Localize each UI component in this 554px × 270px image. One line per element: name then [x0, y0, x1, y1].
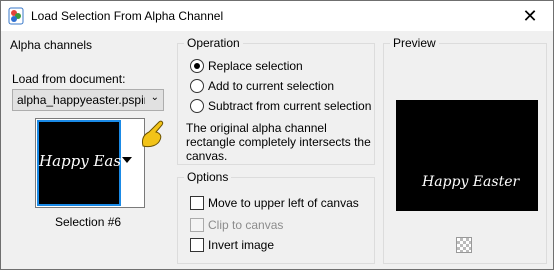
radio-button[interactable] [190, 99, 204, 113]
selection-name-label: Selection #6 [55, 215, 122, 229]
operation-description: The original alpha channel rectangle com… [186, 121, 371, 163]
window-title: Load Selection From Alpha Channel [31, 9, 224, 23]
checkbox-label: Invert image [208, 238, 275, 252]
checkbox [190, 218, 204, 232]
dropdown-arrow-icon[interactable] [122, 157, 132, 165]
chevron-down-icon: ⌄ [150, 92, 159, 103]
checkbox-label: Move to upper left of canvas [208, 196, 359, 210]
selection-thumbnail-picker[interactable]: Happy Easter [35, 118, 145, 208]
radio-button[interactable] [190, 59, 204, 73]
document-select[interactable]: alpha_happyeaster.pspimage ⌄ [12, 89, 164, 111]
options-label: Options [184, 170, 232, 184]
radio-button[interactable] [190, 79, 204, 93]
alpha-channels-group: Alpha channels Load from document: alpha… [7, 38, 169, 262]
dialog-window: Load Selection From Alpha Channel ✕ Alph… [0, 0, 554, 270]
title-bar: Load Selection From Alpha Channel ✕ [1, 1, 553, 31]
alpha-channels-label: Alpha channels [10, 38, 93, 52]
preview-group: Preview Happy Easter [383, 36, 547, 264]
operation-label: Operation [184, 36, 243, 50]
preview-label: Preview [390, 36, 439, 50]
preview-text: Happy Easter [422, 174, 520, 190]
radio-label: Replace selection [208, 59, 303, 73]
preview-image: Happy Easter [396, 100, 538, 211]
load-from-label: Load from document: [12, 72, 126, 86]
checkbox[interactable] [190, 238, 204, 252]
checkbox-label: Clip to canvas [208, 218, 284, 232]
options-group: Options Move to upper left of canvas Cli… [177, 170, 375, 264]
close-button[interactable]: ✕ [507, 1, 553, 31]
pointing-hand-icon [142, 120, 164, 148]
radio-label: Add to current selection [208, 79, 335, 93]
checkbox[interactable] [190, 196, 204, 210]
selection-thumbnail: Happy Easter [37, 120, 143, 206]
radio-label: Subtract from current selection [208, 99, 372, 113]
operation-group: Operation Replace selection Add to curre… [177, 36, 375, 165]
document-select-value: alpha_happyeaster.pspimage [17, 93, 145, 107]
transparency-checker-icon[interactable] [456, 237, 472, 253]
paintshop-app-icon [8, 7, 24, 25]
